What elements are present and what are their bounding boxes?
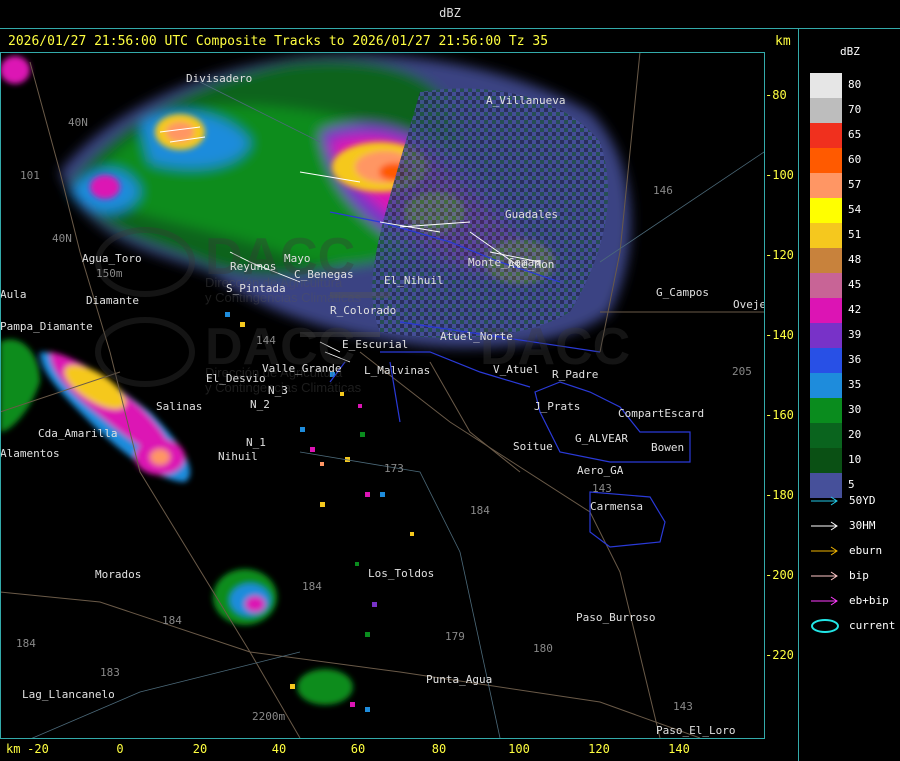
track-legend-label: 50YD [849, 494, 876, 507]
color-swatch-label: 80 [848, 78, 862, 91]
x-tick-label: 80 [431, 742, 447, 756]
y-tick-label: -220 [765, 648, 794, 662]
track-legend-label: 30HM [849, 519, 876, 532]
color-swatch [810, 98, 842, 123]
color-swatch [810, 273, 842, 298]
track-arrow-icon [811, 546, 838, 556]
color-swatch [810, 248, 842, 273]
legend-panel: dBZ 80 70 65 60 57 54 51 48 45 42 39 36 35 30 20 10 5 50… [798, 29, 900, 761]
x-tick-label: 140 [668, 742, 690, 756]
color-swatch-label: 20 [848, 428, 862, 441]
color-swatch-label: 60 [848, 153, 862, 166]
x-tick-label: 20 [192, 742, 208, 756]
color-swatch-label: 36 [848, 353, 862, 366]
track-legend-label: eb+bip [849, 594, 889, 607]
track-arrow-icon [811, 496, 838, 506]
color-swatch [810, 123, 842, 148]
color-swatch-label: 45 [848, 278, 862, 291]
color-swatch-label: 48 [848, 253, 862, 266]
legend-title: dBZ [840, 45, 860, 58]
color-swatch [810, 323, 842, 348]
color-swatch-label: 65 [848, 128, 862, 141]
y-tick-label: -140 [765, 328, 794, 342]
x-tick-label: 40 [271, 742, 287, 756]
window-title-bar: dBZ [0, 0, 900, 29]
color-swatch-label: 5 [848, 478, 855, 491]
color-swatch [810, 423, 842, 448]
color-swatch [810, 298, 842, 323]
window-title: dBZ [439, 6, 461, 20]
x-axis-unit: km [6, 742, 21, 756]
color-swatch-label: 57 [848, 178, 862, 191]
y-tick-label: -180 [765, 488, 794, 502]
color-swatch [810, 448, 842, 473]
color-swatch-label: 70 [848, 103, 862, 116]
x-tick-label: 0 [116, 742, 124, 756]
x-tick-label: 60 [350, 742, 366, 756]
track-legend-label: current [849, 619, 896, 632]
color-swatch [810, 173, 842, 198]
color-swatch-label: 10 [848, 453, 862, 466]
track-arrow-icon [811, 571, 838, 581]
y-tick-label: -200 [765, 568, 794, 582]
y-tick-label: -120 [765, 248, 794, 262]
y-tick-label: -160 [765, 408, 794, 422]
color-swatch [810, 348, 842, 373]
color-swatch-label: 39 [848, 328, 862, 341]
color-swatch-label: 30 [848, 403, 862, 416]
y-tick-label: -80 [765, 88, 787, 102]
color-swatch [810, 73, 842, 98]
color-swatch-label: 51 [848, 228, 862, 241]
color-swatch [810, 198, 842, 223]
y-axis-unit: km [775, 34, 791, 49]
track-arrow-icon [811, 521, 838, 531]
map-frame [0, 52, 765, 739]
color-swatch-label: 42 [848, 303, 862, 316]
x-tick-label: -20 [27, 742, 49, 756]
current-cell-ellipse-icon [811, 619, 839, 633]
color-swatch [810, 398, 842, 423]
color-swatch-label: 35 [848, 378, 862, 391]
y-tick-label: -100 [765, 168, 794, 182]
color-swatch [810, 223, 842, 248]
track-arrow-icon [811, 596, 838, 606]
color-swatch [810, 373, 842, 398]
track-legend-label: eburn [849, 544, 883, 557]
x-tick-label: 100 [508, 742, 530, 756]
radar-headline: 2026/01/27 21:56:00 UTC Composite Tracks… [8, 34, 549, 49]
track-legend-label: bip [849, 569, 869, 582]
color-swatch [810, 148, 842, 173]
color-swatch-label: 54 [848, 203, 862, 216]
x-tick-label: 120 [588, 742, 610, 756]
